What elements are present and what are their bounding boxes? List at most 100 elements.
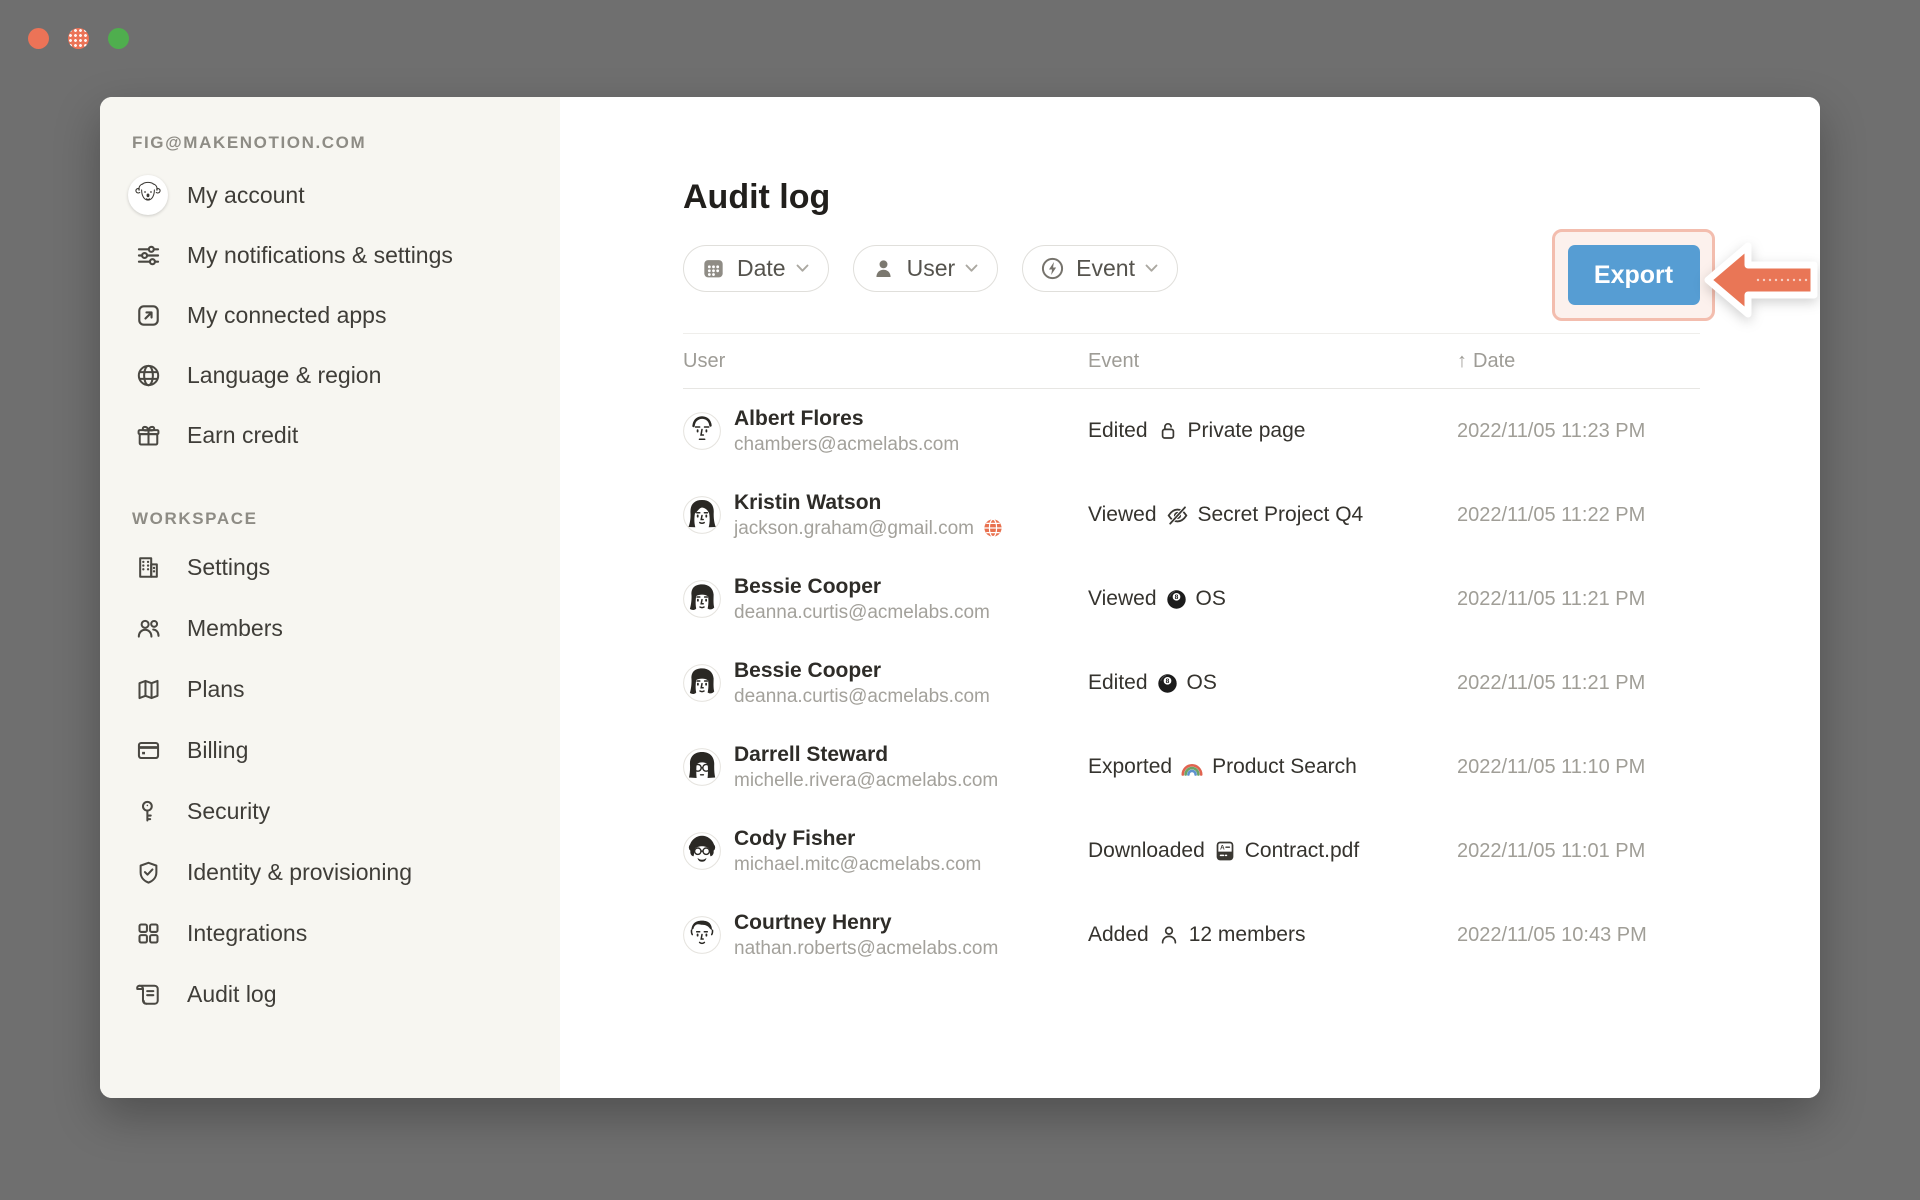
- sidebar-item-label: My notifications & settings: [187, 242, 453, 269]
- table-row: Kristin Watson jackson.graham@gmail.com …: [683, 473, 1700, 557]
- sidebar-item-label: Audit log: [187, 981, 277, 1008]
- date-filter-button[interactable]: Date: [683, 245, 829, 292]
- sidebar-item-earn-credit[interactable]: Earn credit: [132, 405, 560, 465]
- event-verb: Viewed: [1088, 503, 1157, 527]
- credit-card-icon: [133, 736, 163, 766]
- sidebar-item-audit-log[interactable]: Audit log: [132, 964, 560, 1025]
- event-date: 2022/11/05 11:21 PM: [1457, 672, 1700, 695]
- event-date: 2022/11/05 11:22 PM: [1457, 504, 1700, 527]
- key-icon: [133, 797, 163, 827]
- sidebar-item-label: Language & region: [187, 362, 381, 389]
- event-object: Product Search: [1212, 755, 1357, 779]
- audit-log-table: User Event ↑ Date Albert Flores chambers…: [683, 333, 1700, 977]
- event-filter-button[interactable]: Event: [1022, 245, 1178, 292]
- table-header-row: User Event ↑ Date: [683, 333, 1700, 389]
- globe-orange-icon: [981, 516, 1005, 540]
- chevron-down-icon: [1145, 264, 1158, 273]
- user-name: Darrell Steward: [734, 742, 998, 768]
- table-row: Darrell Steward michelle.rivera@acmelabs…: [683, 725, 1700, 809]
- sidebar-item-label: Plans: [187, 676, 245, 703]
- user-name: Bessie Cooper: [734, 574, 990, 600]
- calendar-icon: [701, 256, 726, 281]
- sidebar-item-integrations[interactable]: Integrations: [132, 903, 560, 964]
- column-header-date[interactable]: ↑ Date: [1457, 350, 1700, 373]
- building-icon: [133, 553, 163, 583]
- sidebar-item-label: Identity & provisioning: [187, 859, 412, 886]
- scroll-icon: [133, 980, 163, 1010]
- user-email: nathan.roberts@acmelabs.com: [734, 936, 998, 961]
- sidebar-item-language-region[interactable]: Language & region: [132, 345, 560, 405]
- filter-label: Event: [1076, 255, 1135, 282]
- arrow-up-right-box-icon: [133, 300, 163, 330]
- avatar: [683, 916, 721, 954]
- avatar: [683, 664, 721, 702]
- user-name: Cody Fisher: [734, 826, 981, 852]
- eye-slash-icon: [1165, 503, 1190, 528]
- person-icon: [871, 256, 896, 281]
- event-object: 12 members: [1189, 923, 1306, 947]
- globe-icon: [133, 360, 163, 390]
- gift-icon: [133, 420, 163, 450]
- table-row: Courtney Henry nathan.roberts@acmelabs.c…: [683, 893, 1700, 977]
- account-email-label: FIG@MAKENOTION.COM: [132, 133, 560, 153]
- eight-ball-icon: [1156, 672, 1179, 695]
- annotation-left-arrow-icon: [1700, 237, 1820, 323]
- pdf-doc-icon: [1213, 839, 1237, 863]
- filter-bar: Date User Event: [683, 245, 1178, 292]
- export-button[interactable]: Export: [1568, 245, 1700, 305]
- user-email-text: jackson.graham@gmail.com: [734, 516, 974, 541]
- column-header-event: Event: [1088, 350, 1457, 373]
- members-icon: [133, 614, 163, 644]
- minimize-window-button[interactable]: [68, 28, 89, 49]
- window-controls: [28, 28, 129, 49]
- sidebar-item-label: My connected apps: [187, 302, 386, 329]
- user-name: Courtney Henry: [734, 910, 998, 936]
- event-date: 2022/11/05 11:01 PM: [1457, 840, 1700, 863]
- avatar: [683, 412, 721, 450]
- user-name: Kristin Watson: [734, 490, 1005, 516]
- table-row: Albert Flores chambers@acmelabs.com Edit…: [683, 389, 1700, 473]
- sidebar-item-settings[interactable]: Settings: [132, 537, 560, 598]
- user-email: deanna.curtis@acmelabs.com: [734, 600, 990, 625]
- shield-check-icon: [133, 858, 163, 888]
- table-row: Cody Fisher michael.mitc@acmelabs.com Do…: [683, 809, 1700, 893]
- grid-icon: [133, 919, 163, 949]
- zoom-window-button[interactable]: [108, 28, 129, 49]
- user-email: deanna.curtis@acmelabs.com: [734, 684, 990, 709]
- sidebar-item-plans[interactable]: Plans: [132, 659, 560, 720]
- sidebar-item-billing[interactable]: Billing: [132, 720, 560, 781]
- sidebar-item-members[interactable]: Members: [132, 598, 560, 659]
- column-header-date-label: Date: [1473, 350, 1515, 373]
- avatar: [683, 832, 721, 870]
- event-verb: Downloaded: [1088, 839, 1205, 863]
- chevron-down-icon: [965, 264, 978, 273]
- chevron-down-icon: [796, 264, 809, 273]
- filter-label: User: [907, 255, 956, 282]
- eight-ball-icon: [1165, 588, 1188, 611]
- sidebar-item-identity-provisioning[interactable]: Identity & provisioning: [132, 842, 560, 903]
- sidebar-item-my-account[interactable]: My account: [132, 165, 560, 225]
- account-avatar: [128, 175, 168, 215]
- filter-label: Date: [737, 255, 786, 282]
- export-annotation-highlight: Export: [1552, 229, 1715, 321]
- lock-icon: [1156, 419, 1180, 443]
- audit-log-panel: Audit log Date User Event Export: [560, 97, 1820, 1098]
- sidebar-item-label: Integrations: [187, 920, 307, 947]
- user-filter-button[interactable]: User: [853, 245, 999, 292]
- user-email: chambers@acmelabs.com: [734, 432, 959, 457]
- event-date: 2022/11/05 11:10 PM: [1457, 756, 1700, 779]
- person-outline-icon: [1157, 923, 1181, 947]
- map-icon: [133, 675, 163, 705]
- event-verb: Viewed: [1088, 587, 1157, 611]
- event-date: 2022/11/05 11:21 PM: [1457, 588, 1700, 611]
- table-row: Bessie Cooper deanna.curtis@acmelabs.com…: [683, 557, 1700, 641]
- table-row: Bessie Cooper deanna.curtis@acmelabs.com…: [683, 641, 1700, 725]
- sidebar-item-security[interactable]: Security: [132, 781, 560, 842]
- sidebar-item-label: My account: [187, 182, 305, 209]
- sidebar-item-connected-apps[interactable]: My connected apps: [132, 285, 560, 345]
- sidebar-item-notifications-settings[interactable]: My notifications & settings: [132, 225, 560, 285]
- event-date: 2022/11/05 11:23 PM: [1457, 420, 1700, 443]
- close-window-button[interactable]: [28, 28, 49, 49]
- sidebar-item-label: Earn credit: [187, 422, 298, 449]
- sidebar-item-label: Security: [187, 798, 270, 825]
